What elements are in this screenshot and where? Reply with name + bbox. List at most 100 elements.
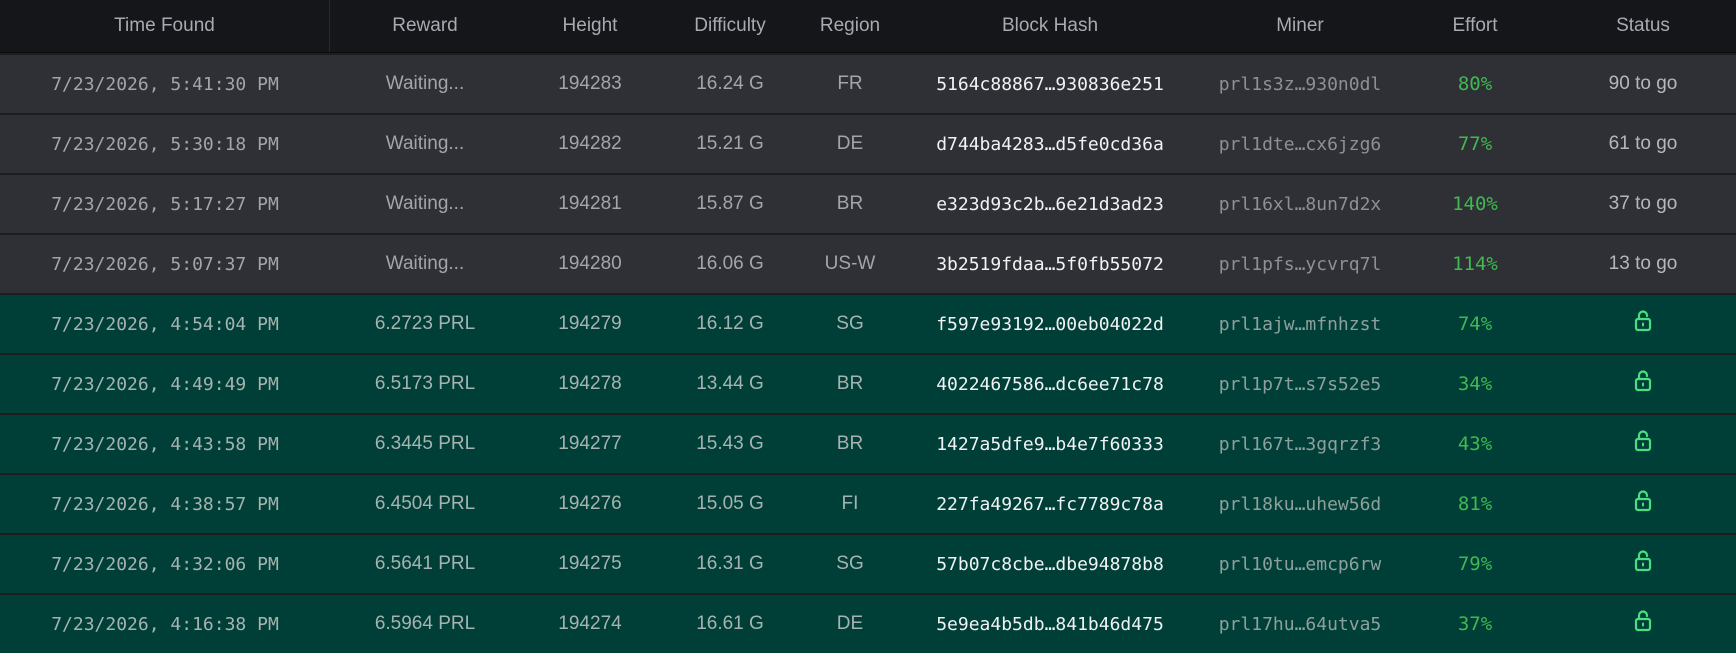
status-cell: 37 to go — [1608, 193, 1678, 214]
table-row[interactable]: 7/23/2026, 4:49:49 PM 6.5173 PRL 194278 13.… — [0, 355, 1736, 413]
column-header-difficulty[interactable]: Difficulty — [660, 0, 800, 52]
table-row[interactable]: 7/23/2026, 5:30:18 PM Waiting... 194282 15.… — [0, 115, 1736, 173]
effort-cell: 79% — [1457, 553, 1493, 575]
reward-cell: Waiting... — [385, 253, 465, 274]
table-header: Time Found Reward Height Difficulty Regi… — [0, 0, 1736, 53]
region-cell: BR — [836, 373, 864, 394]
height-cell[interactable]: 194274 — [520, 613, 660, 635]
effort-cell: 74% — [1457, 313, 1493, 335]
table-body: 7/23/2026, 5:41:30 PM Waiting... 194283 16.… — [0, 55, 1736, 653]
unlock-icon — [1634, 310, 1652, 338]
time-found-cell: 7/23/2026, 4:38:57 PM — [51, 493, 279, 515]
height-cell[interactable]: 194282 — [520, 133, 660, 155]
time-found-cell: 7/23/2026, 4:32:06 PM — [51, 553, 279, 575]
reward-cell: Waiting... — [385, 133, 465, 154]
table-row[interactable]: 7/23/2026, 5:17:27 PM Waiting... 194281 15.… — [0, 175, 1736, 233]
table-row[interactable]: 7/23/2026, 5:41:30 PM Waiting... 194283 16.… — [0, 55, 1736, 113]
status-cell: 61 to go — [1608, 133, 1678, 154]
difficulty-cell: 16.31 G — [696, 553, 764, 574]
reward-cell: 6.4504 PRL — [374, 493, 476, 514]
block-hash-cell[interactable]: f597e93192…00eb04022d — [900, 314, 1200, 335]
region-cell: SG — [836, 553, 864, 574]
miner-cell[interactable]: prl1p7t…s7s52e5 — [1200, 374, 1400, 395]
column-header-block-hash[interactable]: Block Hash — [900, 0, 1200, 52]
reward-cell: 6.3445 PRL — [374, 433, 476, 454]
miner-cell[interactable]: prl1ajw…mfnhzst — [1200, 314, 1400, 335]
height-cell[interactable]: 194283 — [520, 73, 660, 95]
miner-cell[interactable]: prl167t…3gqrzf3 — [1200, 434, 1400, 455]
column-header-height[interactable]: Height — [520, 0, 660, 52]
table-row[interactable]: 7/23/2026, 4:43:58 PM 6.3445 PRL 194277 15.… — [0, 415, 1736, 473]
region-cell: FI — [841, 493, 859, 514]
block-hash-cell[interactable]: 3b2519fdaa…5f0fb55072 — [900, 254, 1200, 275]
difficulty-cell: 13.44 G — [696, 373, 764, 394]
table-row[interactable]: 7/23/2026, 4:16:38 PM 6.5964 PRL 194274 16.… — [0, 595, 1736, 653]
effort-cell: 43% — [1457, 433, 1493, 455]
blocks-table: Time Found Reward Height Difficulty Regi… — [0, 0, 1736, 653]
effort-cell: 140% — [1452, 193, 1498, 215]
time-found-cell: 7/23/2026, 5:07:37 PM — [51, 253, 279, 275]
time-found-cell: 7/23/2026, 4:49:49 PM — [51, 373, 279, 395]
time-found-cell: 7/23/2026, 5:17:27 PM — [51, 193, 279, 215]
miner-cell[interactable]: prl17hu…64utva5 — [1200, 614, 1400, 635]
reward-cell: 6.5641 PRL — [374, 553, 476, 574]
table-row[interactable]: 7/23/2026, 4:32:06 PM 6.5641 PRL 194275 16.… — [0, 535, 1736, 593]
unlock-icon — [1634, 370, 1652, 398]
time-found-cell: 7/23/2026, 5:30:18 PM — [51, 133, 279, 155]
column-header-status[interactable]: Status — [1550, 0, 1736, 52]
height-cell[interactable]: 194278 — [520, 373, 660, 395]
miner-cell[interactable]: prl18ku…uhew56d — [1200, 494, 1400, 515]
height-cell[interactable]: 194281 — [520, 193, 660, 215]
status-cell: 13 to go — [1608, 253, 1678, 274]
height-cell[interactable]: 194276 — [520, 493, 660, 515]
block-hash-cell[interactable]: 4022467586…dc6ee71c78 — [900, 374, 1200, 395]
time-found-cell: 7/23/2026, 4:16:38 PM — [51, 613, 279, 635]
height-cell[interactable]: 194280 — [520, 253, 660, 275]
effort-cell: 77% — [1457, 133, 1493, 155]
status-cell — [1550, 610, 1736, 638]
unlock-icon — [1634, 550, 1652, 578]
table-row[interactable]: 7/23/2026, 4:54:04 PM 6.2723 PRL 194279 16.… — [0, 295, 1736, 353]
block-hash-cell[interactable]: 1427a5dfe9…b4e7f60333 — [900, 434, 1200, 455]
reward-cell: Waiting... — [385, 73, 465, 94]
table-row[interactable]: 7/23/2026, 4:38:57 PM 6.4504 PRL 194276 15.… — [0, 475, 1736, 533]
status-cell: 90 to go — [1608, 73, 1678, 94]
effort-cell: 114% — [1452, 253, 1498, 275]
miner-cell[interactable]: prl10tu…emcp6rw — [1200, 554, 1400, 575]
difficulty-cell: 15.43 G — [696, 433, 764, 454]
block-hash-cell[interactable]: d744ba4283…d5fe0cd36a — [900, 134, 1200, 155]
miner-cell[interactable]: prl1pfs…ycvrq7l — [1200, 254, 1400, 275]
region-cell: FR — [837, 73, 863, 94]
height-cell[interactable]: 194279 — [520, 313, 660, 335]
region-cell: BR — [836, 193, 864, 214]
effort-cell: 34% — [1457, 373, 1493, 395]
difficulty-cell: 16.12 G — [696, 313, 764, 334]
block-hash-cell[interactable]: 5e9ea4b5db…841b46d475 — [900, 614, 1200, 635]
height-cell[interactable]: 194275 — [520, 553, 660, 575]
status-cell — [1550, 490, 1736, 518]
miner-cell[interactable]: prl1s3z…930n0dl — [1200, 74, 1400, 95]
block-hash-cell[interactable]: 227fa49267…fc7789c78a — [900, 494, 1200, 515]
column-header-time-found[interactable]: Time Found — [0, 0, 330, 52]
reward-cell: 6.2723 PRL — [374, 313, 476, 334]
miner-cell[interactable]: prl1dte…cx6jzg6 — [1200, 134, 1400, 155]
block-hash-cell[interactable]: e323d93c2b…6e21d3ad23 — [900, 194, 1200, 215]
difficulty-cell: 15.21 G — [696, 133, 764, 154]
difficulty-cell: 16.24 G — [696, 73, 764, 94]
miner-cell[interactable]: prl16xl…8un7d2x — [1200, 194, 1400, 215]
block-hash-cell[interactable]: 57b07c8cbe…dbe94878b8 — [900, 554, 1200, 575]
status-cell — [1550, 310, 1736, 338]
column-header-miner[interactable]: Miner — [1200, 0, 1400, 52]
table-row[interactable]: 7/23/2026, 5:07:37 PM Waiting... 194280 16.… — [0, 235, 1736, 293]
region-cell: DE — [836, 613, 864, 634]
region-cell: BR — [836, 433, 864, 454]
height-cell[interactable]: 194277 — [520, 433, 660, 455]
column-header-region[interactable]: Region — [800, 0, 900, 52]
unlock-icon — [1634, 490, 1652, 518]
difficulty-cell: 16.06 G — [696, 253, 764, 274]
column-header-reward[interactable]: Reward — [330, 0, 520, 52]
column-header-effort[interactable]: Effort — [1400, 0, 1550, 52]
region-cell: US-W — [824, 253, 876, 274]
effort-cell: 37% — [1457, 613, 1493, 635]
block-hash-cell[interactable]: 5164c88867…930836e251 — [900, 74, 1200, 95]
